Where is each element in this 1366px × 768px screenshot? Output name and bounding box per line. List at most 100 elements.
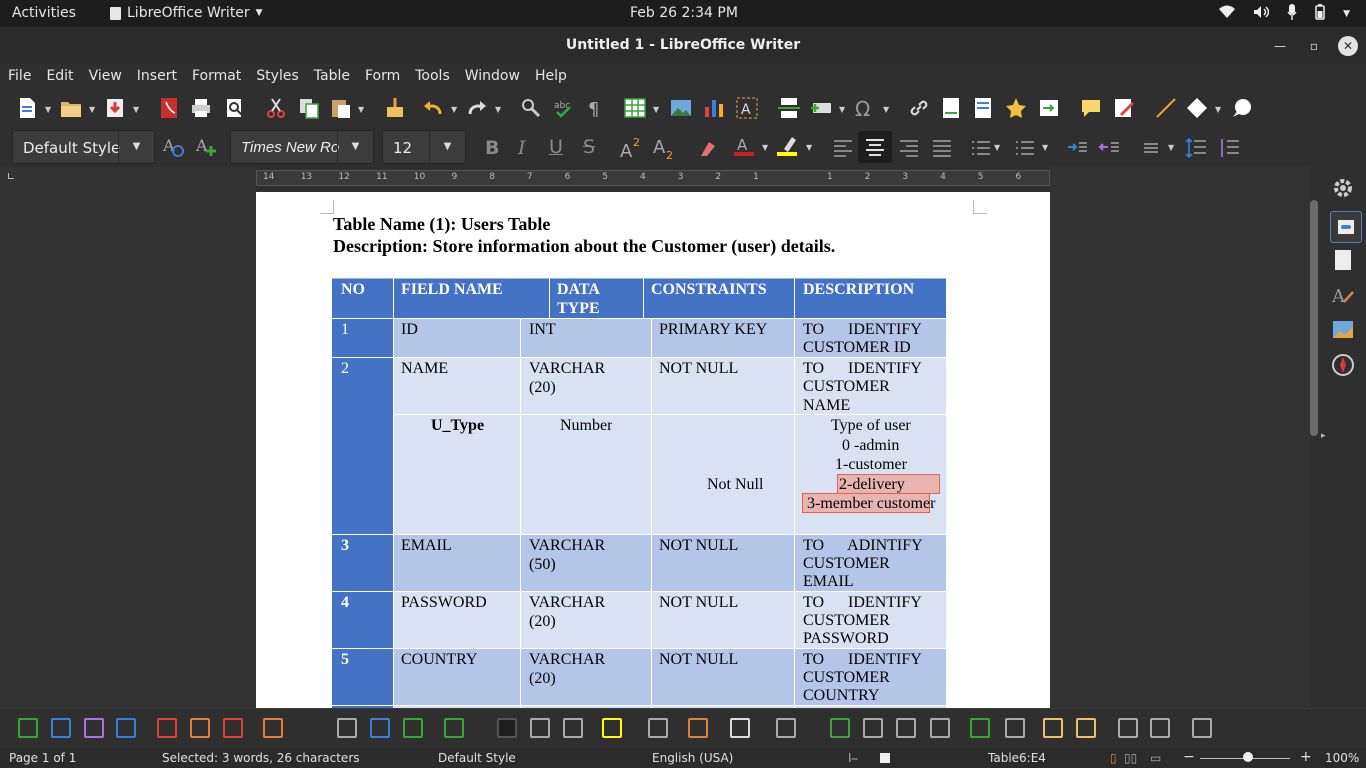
cell-desc-line[interactable]: CUSTOMER bbox=[803, 554, 890, 573]
page-count[interactable]: Page 1 of 1 bbox=[9, 751, 76, 765]
save-icon[interactable] bbox=[104, 97, 126, 119]
insert-image-icon[interactable] bbox=[670, 97, 692, 119]
find-replace-icon[interactable] bbox=[520, 97, 542, 119]
subscript-icon[interactable]: A2 bbox=[653, 135, 677, 159]
align-top-icon[interactable] bbox=[497, 718, 517, 738]
chevron-down-icon[interactable]: ▼ bbox=[1168, 143, 1174, 152]
menu-format[interactable]: Format bbox=[184, 64, 248, 89]
language[interactable]: English (USA) bbox=[652, 751, 733, 765]
app-menu[interactable]: LibreOffice Writer ▼ bbox=[110, 5, 263, 21]
chevron-down-icon[interactable]: ▼ bbox=[358, 105, 364, 114]
menu-help[interactable]: Help bbox=[527, 64, 574, 89]
cell-type[interactable]: VARCHAR bbox=[529, 359, 605, 378]
cell-desc-line[interactable]: NAME bbox=[803, 396, 850, 415]
wifi-icon[interactable] bbox=[1219, 5, 1236, 23]
microphone-icon[interactable] bbox=[1287, 4, 1297, 24]
insert-bookmark-icon[interactable] bbox=[1005, 97, 1027, 119]
zoom-level[interactable]: 100% bbox=[1325, 751, 1359, 765]
cell-desc-line[interactable]: CUSTOMER bbox=[803, 668, 890, 687]
cell-type[interactable]: VARCHAR bbox=[529, 593, 605, 612]
insert-footnote-icon[interactable] bbox=[940, 97, 962, 119]
cell-constraint[interactable]: PRIMARY KEY bbox=[659, 320, 767, 339]
zoom-out-icon[interactable]: − bbox=[1183, 749, 1195, 765]
cell-constraint[interactable]: Not Null bbox=[707, 475, 763, 494]
insert-chart-icon[interactable] bbox=[703, 97, 725, 119]
cell-constraint[interactable]: NOT NULL bbox=[659, 650, 738, 669]
document-page[interactable]: Table Name (1): Users Table Description:… bbox=[256, 192, 1050, 708]
cell-field[interactable]: PASSWORD bbox=[401, 593, 487, 612]
selected-text-line[interactable]: 3-member customer bbox=[802, 493, 935, 513]
header-description[interactable]: DESCRIPTION bbox=[803, 280, 914, 299]
insert-endnote-icon[interactable] bbox=[972, 97, 994, 119]
insert-special-character-icon[interactable]: Ω bbox=[854, 97, 876, 119]
book-view-icon[interactable]: ▭ bbox=[1150, 751, 1161, 765]
table-properties-icon[interactable] bbox=[1192, 718, 1212, 738]
basic-shapes-icon[interactable] bbox=[1186, 97, 1208, 119]
chevron-down-icon[interactable]: ▼ bbox=[133, 105, 139, 114]
menu-view[interactable]: View bbox=[81, 64, 129, 89]
align-right-icon[interactable] bbox=[898, 137, 920, 159]
cell-field[interactable]: U_Type bbox=[431, 416, 484, 435]
undo-icon[interactable] bbox=[422, 97, 444, 119]
page-style[interactable]: Default Style bbox=[438, 751, 516, 765]
borders-icon[interactable] bbox=[688, 718, 708, 738]
sidebar-settings-gear-icon[interactable] bbox=[1330, 175, 1356, 201]
cell-type-size[interactable]: (20) bbox=[529, 612, 556, 631]
menu-insert[interactable]: Insert bbox=[129, 64, 184, 89]
open-folder-icon[interactable] bbox=[60, 97, 82, 119]
volume-icon[interactable] bbox=[1253, 5, 1270, 23]
unordered-list-icon[interactable] bbox=[970, 137, 992, 159]
minimize-button[interactable]: — bbox=[1270, 36, 1290, 56]
cell-type[interactable]: INT bbox=[529, 320, 556, 339]
insert-line-icon[interactable] bbox=[1155, 97, 1177, 119]
horizontal-ruler[interactable]: 14 13 12 11 10 9 8 7 6 5 4 3 2 1 1 2 3 4 5 6 bbox=[256, 170, 1050, 186]
sidebar-tab-page-icon[interactable] bbox=[1330, 248, 1356, 274]
cell-desc-line[interactable]: 0 -admin bbox=[842, 436, 899, 455]
cell-desc-line[interactable]: TO IDENTIFY bbox=[803, 320, 922, 339]
insert-cross-reference-icon[interactable] bbox=[1038, 97, 1060, 119]
cell-field[interactable]: EMAIL bbox=[401, 536, 452, 555]
clear-formatting-icon[interactable] bbox=[697, 136, 719, 158]
cell-type-size[interactable]: (50) bbox=[529, 555, 556, 574]
ordered-list-icon[interactable] bbox=[1014, 137, 1036, 159]
border-color-icon[interactable] bbox=[776, 718, 796, 738]
insert-field-icon[interactable] bbox=[810, 97, 832, 119]
vertical-scrollbar[interactable] bbox=[1310, 200, 1318, 436]
header-no[interactable]: NO bbox=[341, 280, 365, 299]
insert-table-icon[interactable] bbox=[624, 97, 646, 119]
italic-icon[interactable]: I bbox=[518, 137, 526, 159]
system-menu-chevron-icon[interactable]: ▼ bbox=[1343, 9, 1350, 19]
delete-columns-icon[interactable] bbox=[190, 718, 210, 738]
sidebar-tab-gallery-icon[interactable] bbox=[1330, 317, 1356, 343]
print-preview-icon[interactable] bbox=[224, 97, 246, 119]
spelling-icon[interactable]: abc bbox=[552, 97, 574, 119]
word-count[interactable]: Selected: 3 words, 26 characters bbox=[162, 751, 360, 765]
decrease-indent-icon[interactable] bbox=[1098, 137, 1120, 159]
chevron-down-icon[interactable]: ▼ bbox=[495, 105, 501, 114]
decrease-paragraph-spacing-icon[interactable] bbox=[1218, 137, 1240, 159]
cell-desc-line[interactable]: TO IDENTIFY bbox=[803, 359, 922, 378]
paragraph-spacing-icon[interactable] bbox=[1185, 137, 1207, 159]
cell-type[interactable]: VARCHAR bbox=[529, 650, 605, 669]
menu-tools[interactable]: Tools bbox=[407, 64, 457, 89]
formatting-marks-icon[interactable]: ¶ bbox=[584, 97, 606, 119]
export-pdf-icon[interactable] bbox=[158, 97, 180, 119]
chevron-down-icon[interactable]: ▼ bbox=[653, 105, 659, 114]
header-field-name[interactable]: FIELD NAME bbox=[401, 280, 503, 299]
chevron-down-icon[interactable]: ▼ bbox=[429, 131, 465, 163]
insert-rows-below-icon[interactable] bbox=[51, 718, 71, 738]
menu-table[interactable]: Table bbox=[306, 64, 357, 89]
split-cells-icon[interactable] bbox=[403, 718, 423, 738]
font-name-combo[interactable]: Times New Ro ▼ bbox=[230, 130, 374, 164]
paragraph-style-combo[interactable]: Default Style ▼ bbox=[12, 130, 155, 164]
cell-constraint[interactable]: NOT NULL bbox=[659, 359, 738, 378]
multi-page-view-icon[interactable]: ▯▯ bbox=[1124, 751, 1137, 765]
cell-desc-line[interactable]: Type of user bbox=[831, 416, 911, 435]
sidebar-collapse-arrow-icon[interactable]: ▸ bbox=[1321, 431, 1326, 441]
cell-field[interactable]: ID bbox=[401, 320, 418, 339]
close-button[interactable]: ✕ bbox=[1338, 36, 1358, 56]
insert-rows-above-icon[interactable] bbox=[18, 718, 38, 738]
align-center-button[interactable] bbox=[858, 131, 892, 163]
chevron-down-icon[interactable]: ▼ bbox=[839, 105, 845, 114]
battery-icon[interactable] bbox=[1315, 4, 1325, 24]
